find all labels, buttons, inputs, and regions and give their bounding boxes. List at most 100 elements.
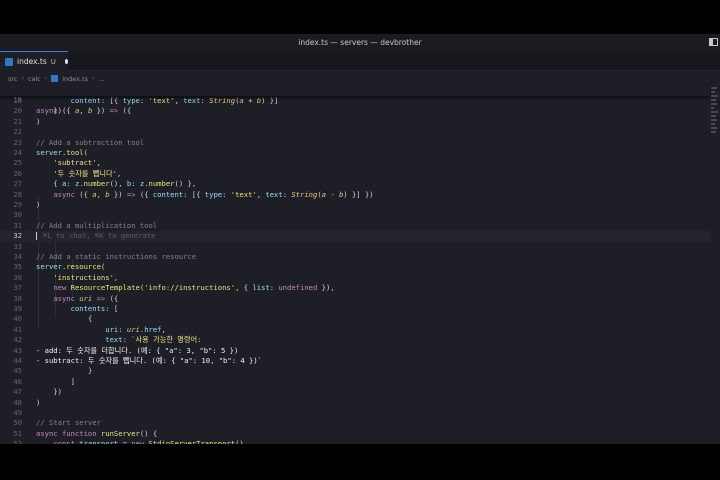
code-text: server.resource( — [36, 262, 106, 272]
editor-window: index.ts — servers — devbrother index.ts… — [0, 34, 720, 444]
top-letterbox — [0, 0, 720, 34]
code-text: - add: 두 숫자를 더합니다. (예: { "a": 3, "b": 5 … — [36, 345, 239, 355]
code-line[interactable]: 38 async uri => ({ — [0, 294, 710, 304]
code-line[interactable]: 45 } — [0, 366, 710, 376]
code-text: ⌘L to chat, ⌘K to generate — [36, 231, 156, 241]
line-number: 46 — [13, 376, 22, 386]
line-number: 23 — [13, 137, 22, 147]
text-cursor — [36, 232, 37, 241]
line-number: 37 — [13, 283, 22, 293]
code-line[interactable]: 40 { — [0, 314, 710, 324]
line-number: 48 — [13, 397, 22, 407]
code-line[interactable]: 48) — [0, 398, 710, 408]
code-text: contents: [ — [70, 304, 119, 313]
line-number: 50 — [13, 418, 22, 428]
code-text: ] — [70, 376, 75, 386]
code-line[interactable]: 41 uri: uri.href, — [0, 325, 710, 335]
line-number: 26 — [13, 168, 22, 178]
tab-index-ts[interactable]: index.ts U — [0, 51, 68, 71]
code-line[interactable]: 21) — [0, 117, 710, 127]
code-editor[interactable]: 19 content: [{ type: 'text', text: Strin… — [0, 85, 710, 444]
code-line[interactable]: 33 — [0, 242, 710, 252]
code-text: { a: z.number(), b: z.number() }, — [53, 179, 197, 189]
line-number: 35 — [13, 262, 22, 272]
tab-git-status: U — [50, 57, 56, 66]
sticky-scroll-header[interactable]: 18 async ({ a, b }) => ({ — [0, 85, 710, 115]
code-text: async uri => ({ — [53, 293, 119, 303]
code-line[interactable]: 47 }) — [0, 387, 710, 397]
code-line[interactable]: 37 new ResourceTemplate('info://instruct… — [0, 283, 710, 293]
breadcrumb-item-src[interactable]: src — [8, 75, 18, 83]
code-line[interactable]: 36 'instructions', — [0, 273, 710, 283]
chevron-right-icon: › — [44, 75, 48, 82]
line-number: 18 — [13, 95, 22, 105]
code-line[interactable]: 26 '두 숫자를 뺍니다', — [0, 169, 710, 179]
code-text: text: `사용 가능한 명령어: — [105, 335, 202, 345]
line-number: 34 — [13, 252, 22, 261]
code-text: // Add a subtraction tool — [36, 137, 145, 147]
code-text: 'instructions', — [53, 272, 119, 282]
tab-label: index.ts — [17, 57, 47, 66]
minimap[interactable] — [710, 85, 720, 205]
line-number: 25 — [13, 158, 22, 168]
line-number: 28 — [13, 189, 22, 199]
breadcrumb-item-file[interactable]: index.ts — [62, 75, 88, 83]
code-line[interactable]: 23 // Add a subtraction tool — [0, 138, 710, 148]
code-text: ) — [36, 116, 41, 126]
code-text: - subtract: 두 숫자를 뺍니다. (예: { "a": 10, "b… — [36, 356, 262, 365]
code-line[interactable]: 44 - subtract: 두 숫자를 뺍니다. (예: { "a": 10, … — [0, 356, 710, 366]
inline-ai-hint: ⌘L to chat, ⌘K to generate — [43, 231, 156, 241]
code-line[interactable]: 29) — [0, 200, 710, 210]
code-line[interactable]: 51 async function runServer() { — [0, 429, 710, 439]
line-number: 51 — [13, 428, 22, 438]
code-line[interactable]: 22 — [0, 127, 710, 137]
window-title: index.ts — servers — devbrother — [298, 38, 422, 47]
line-number: 41 — [13, 324, 22, 334]
line-number: 33 — [13, 241, 22, 251]
code-line[interactable]: 34 // Add a static instructions resource — [0, 252, 710, 262]
code-line[interactable]: 28 async ({ a, b }) => ({ content: [{ ty… — [0, 190, 710, 200]
tab-bar: index.ts U — [0, 51, 720, 71]
code-line[interactable]: 50 // Start server — [0, 418, 710, 428]
line-number: 29 — [13, 200, 22, 209]
chevron-right-icon: › — [21, 75, 24, 82]
code-line[interactable]: 46 ] — [0, 377, 710, 387]
code-line[interactable]: 24 server.tool( — [0, 148, 710, 158]
title-bar: index.ts — servers — devbrother — [0, 34, 720, 51]
code-text: // Add a static instructions resource — [36, 252, 197, 261]
code-line[interactable]: 32 ⌘L to chat, ⌘K to generate — [0, 231, 710, 242]
code-line[interactable]: 49 — [0, 408, 710, 418]
code-line[interactable]: 25 'subtract', — [0, 158, 710, 168]
breadcrumb: src › calc › index.ts › ... — [8, 73, 105, 84]
code-line[interactable]: 43 - add: 두 숫자를 더합니다. (예: { "a": 3, "b": … — [0, 346, 710, 356]
code-line[interactable]: 27 { a: z.number(), b: z.number() }, — [0, 179, 710, 189]
line-number: 43 — [13, 345, 22, 355]
unsaved-dot-icon[interactable] — [64, 59, 68, 64]
code-line[interactable]: 39 contents: [ — [0, 304, 710, 314]
code-text: async function runServer() { — [36, 428, 158, 438]
breadcrumb-item-calc[interactable]: calc — [28, 75, 41, 83]
line-number: 38 — [13, 293, 22, 303]
code-line[interactable]: 35 server.resource( — [0, 262, 710, 272]
line-number: 36 — [13, 272, 22, 282]
code-line[interactable]: 31 // Add a multiplication tool — [0, 221, 710, 231]
code-text: server.tool( — [36, 148, 88, 157]
code-text: '두 숫자를 뺍니다', — [53, 168, 122, 178]
code-text: // Add a multiplication tool — [36, 220, 158, 230]
code-text: { — [87, 314, 93, 324]
line-number: 44 — [13, 356, 22, 365]
code-text: new ResourceTemplate('info://instruction… — [53, 283, 335, 293]
code-line[interactable]: 30 — [0, 210, 710, 220]
breadcrumb-item-more[interactable]: ... — [98, 75, 104, 83]
line-number: 45 — [13, 366, 22, 376]
typescript-file-icon — [51, 75, 59, 82]
toggle-sidebar-icon[interactable] — [709, 38, 718, 46]
line-number: 39 — [13, 304, 22, 313]
code-text: // Start server — [36, 418, 101, 428]
code-text: ) — [36, 397, 41, 407]
sticky-code-line: async ({ a, b }) => ({ — [36, 105, 132, 115]
code-text: }) — [53, 387, 62, 397]
line-number: 42 — [13, 335, 22, 345]
code-line[interactable]: 42 text: `사용 가능한 명령어: — [0, 335, 710, 345]
line-number: 22 — [13, 127, 22, 137]
